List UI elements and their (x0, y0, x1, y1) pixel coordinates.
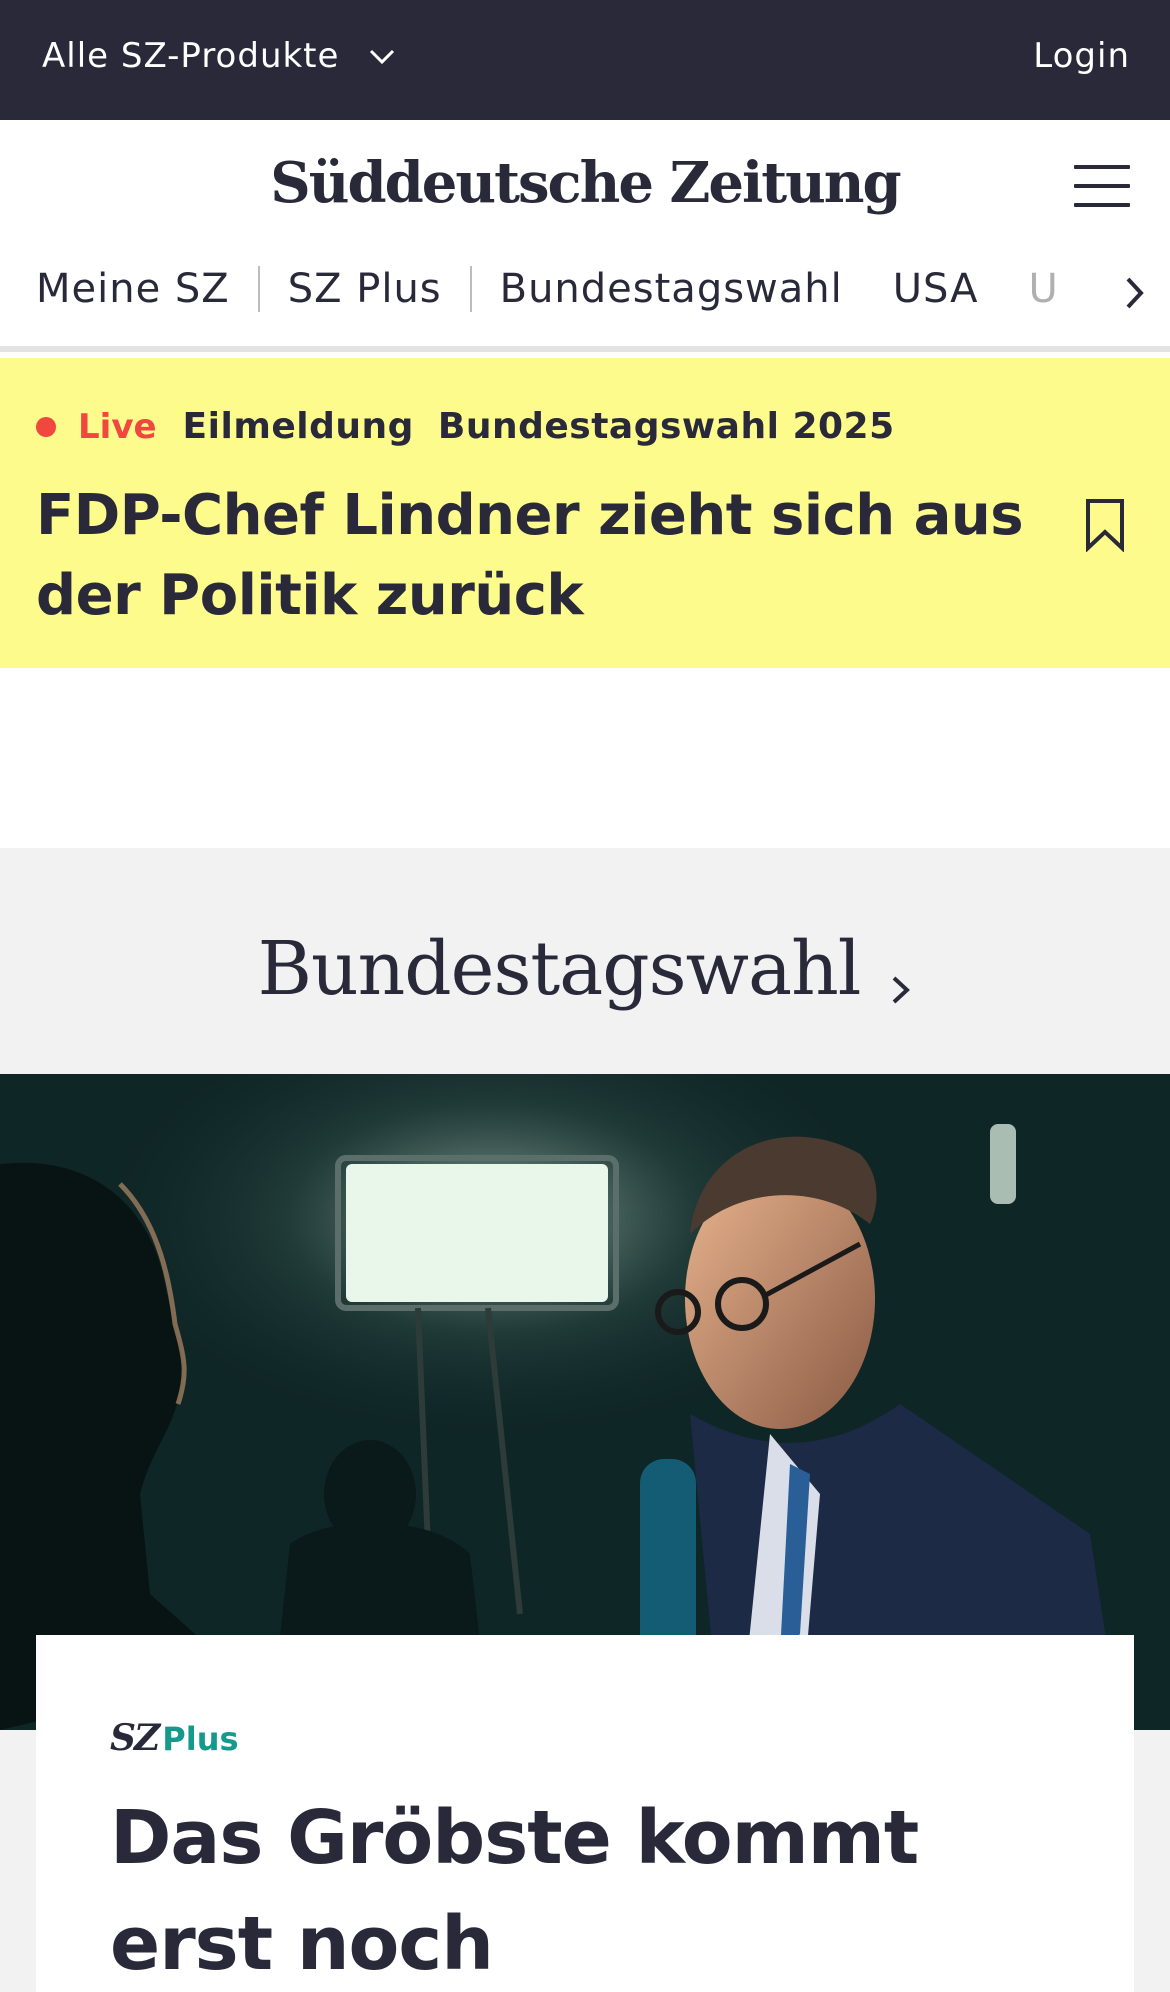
menu-button[interactable] (1074, 165, 1130, 209)
top-bar: Alle SZ-Produkte Login (0, 0, 1170, 120)
sz-brand-label: SZ (110, 1717, 160, 1759)
breaking-news-banner[interactable]: Live Eilmeldung Bundestagswahl 2025 FDP-… (0, 358, 1170, 668)
login-link[interactable]: Login (1033, 36, 1130, 76)
breaking-headline[interactable]: FDP-Chef Lindner zieht sich aus der Poli… (36, 476, 1026, 636)
article-photo-image (0, 1074, 1170, 1730)
sz-logo[interactable]: Süddeutsche Zeitung (0, 150, 1170, 216)
chevron-right-icon (893, 976, 911, 1003)
section-title: Bundestagswahl (257, 926, 862, 1012)
live-dot-icon (36, 416, 56, 437)
nav-scroll-right-button[interactable] (1100, 240, 1170, 346)
topic-tag: Bundestagswahl 2025 (437, 406, 895, 447)
section-link-bundestagswahl[interactable]: Bundestagswahl (0, 926, 1170, 1012)
teaser-headline[interactable]: Das Gröbste kommt erst noch (110, 1785, 1090, 1992)
plus-brand-label: Plus (162, 1720, 239, 1758)
section-header: Bundestagswahl (0, 848, 1170, 1074)
nav-divider (469, 266, 472, 312)
hamburger-menu-icon (1074, 165, 1130, 207)
article-teaser-card[interactable]: SZ Plus Das Gröbste kommt erst noch (36, 1635, 1134, 1992)
breaking-tag: Eilmeldung (182, 406, 414, 447)
chevron-down-icon (370, 49, 395, 65)
all-products-label: Alle SZ-Produkte (42, 36, 340, 76)
nav-item-usa[interactable]: USA (893, 266, 979, 312)
article-photo[interactable] (0, 1074, 1170, 1730)
section-nav: Meine SZ SZ Plus Bundestagswahl USA U (0, 240, 1170, 352)
nav-item-bundestagswahl[interactable]: Bundestagswahl (500, 266, 843, 312)
live-label: Live (78, 406, 157, 447)
breaking-meta: Live Eilmeldung Bundestagswahl 2025 (36, 406, 919, 447)
nav-item-meine-sz[interactable]: Meine SZ (36, 266, 230, 312)
bookmark-icon[interactable] (1084, 498, 1126, 552)
nav-item-truncated[interactable]: U (1029, 266, 1059, 312)
sz-plus-badge: SZ Plus (110, 1717, 239, 1759)
site-header: Süddeutsche Zeitung (0, 120, 1170, 240)
chevron-right-icon (1126, 277, 1144, 309)
nav-item-sz-plus[interactable]: SZ Plus (288, 266, 442, 312)
nav-divider (257, 266, 260, 312)
all-products-dropdown[interactable]: Alle SZ-Produkte (42, 36, 399, 76)
